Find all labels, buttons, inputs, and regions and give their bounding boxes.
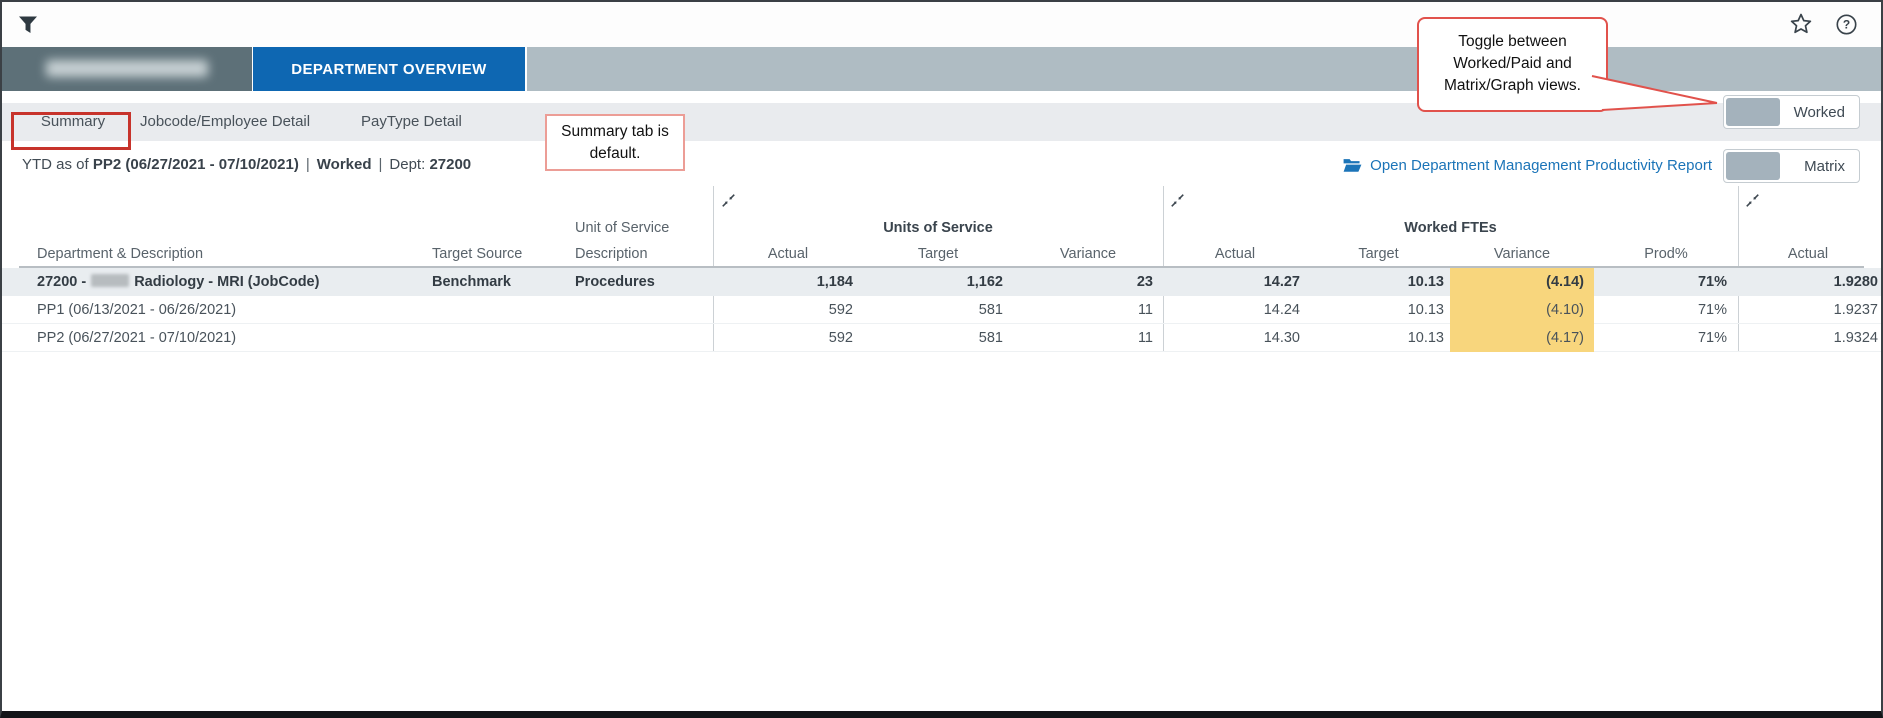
- cell-department: PP2 (06/27/2021 - 07/10/2021): [37, 324, 236, 352]
- status-period: PP2 (06/27/2021 - 07/10/2021): [93, 156, 299, 173]
- cell-prod-pct: 71%: [1594, 296, 1727, 324]
- cell-uos-actual: 592: [713, 324, 853, 352]
- cell-department: 27200 -Radiology - MRI (JobCode): [37, 268, 319, 296]
- redacted-tab-label: [46, 60, 208, 77]
- cell-fte-actual: 14.24: [1163, 296, 1300, 324]
- cell-fte-target: 10.13: [1307, 268, 1444, 296]
- collapse-arrows-icon[interactable]: [1746, 194, 1759, 207]
- column-header-uos-description-line2: Description: [575, 246, 648, 264]
- cell-uos-target: 581: [863, 324, 1003, 352]
- cell-fte-target: 10.13: [1307, 324, 1444, 352]
- annotation-toggle-callout-line3: Matrix/Graph views.: [1419, 75, 1606, 97]
- summary-highlight-box: [11, 112, 131, 150]
- cell-fte-variance-highlighted: (4.17): [1450, 324, 1594, 352]
- column-header-right-actual: Actual: [1738, 246, 1878, 264]
- annotation-toggle-callout-line1: Toggle between: [1419, 31, 1606, 53]
- status-mode: Worked: [317, 156, 372, 173]
- cell-uos-target: 581: [863, 296, 1003, 324]
- cell-uos-actual: 1,184: [713, 268, 853, 296]
- collapse-arrows-icon[interactable]: [1171, 194, 1184, 207]
- tab-redacted[interactable]: [2, 47, 252, 91]
- annotation-summary-note-line1: Summary tab is: [547, 121, 683, 143]
- group-title-units-of-service: Units of Service: [713, 220, 1163, 238]
- toggle-knob: [1726, 98, 1780, 126]
- matrix-graph-toggle[interactable]: Matrix: [1723, 149, 1860, 183]
- matrix-graph-toggle-label: Matrix: [1804, 158, 1845, 175]
- filter-funnel-icon[interactable]: [17, 15, 39, 35]
- tab-bar-filler: [527, 47, 1881, 91]
- column-header-fte-target: Target: [1307, 246, 1450, 264]
- cell-uos-target: 1,162: [863, 268, 1003, 296]
- summary-table: Units of Service Worked FTEs Unit of Ser…: [0, 186, 1883, 356]
- cell-uos-description: Procedures: [575, 268, 655, 296]
- cell-fte-actual: 14.30: [1163, 324, 1300, 352]
- tab-department-overview[interactable]: DEPARTMENT OVERVIEW: [253, 47, 525, 91]
- open-report-link[interactable]: Open Department Management Productivity …: [1343, 154, 1712, 176]
- column-header-target-source: Target Source: [432, 246, 522, 264]
- worked-paid-toggle-label: Worked: [1794, 104, 1845, 121]
- status-separator: |: [306, 156, 310, 173]
- subtab-paytype-detail[interactable]: PayType Detail: [361, 103, 462, 141]
- column-header-uos-variance: Variance: [1013, 246, 1163, 264]
- status-separator: |: [379, 156, 383, 173]
- collapse-arrows-icon[interactable]: [722, 194, 735, 207]
- cell-fte-variance-highlighted: (4.10): [1450, 296, 1594, 324]
- column-header-fte-variance: Variance: [1450, 246, 1594, 264]
- star-favorite-icon[interactable]: [1788, 11, 1814, 37]
- open-folder-icon: [1343, 158, 1362, 173]
- cell-right-actual: 1.9280: [1740, 268, 1878, 296]
- cell-right-actual: 1.9324: [1740, 324, 1878, 352]
- redacted-text-block: [91, 274, 129, 287]
- cell-fte-variance-highlighted: (4.14): [1450, 268, 1594, 296]
- status-prefix: YTD as of: [22, 156, 93, 173]
- cell-fte-actual: 14.27: [1163, 268, 1300, 296]
- cell-right-actual: 1.9237: [1740, 296, 1878, 324]
- svg-text:?: ?: [1843, 18, 1850, 32]
- status-line: YTD as of PP2 (06/27/2021 - 07/10/2021) |…: [22, 156, 471, 176]
- cell-uos-variance: 23: [1013, 268, 1153, 296]
- open-report-link-label: Open Department Management Productivity …: [1370, 157, 1712, 174]
- column-header-prod-pct: Prod%: [1594, 246, 1738, 264]
- cell-target-source: Benchmark: [432, 268, 511, 296]
- annotation-toggle-callout: Toggle between Worked/Paid and Matrix/Gr…: [1417, 17, 1608, 112]
- subtab-jobcode-employee-detail[interactable]: Jobcode/Employee Detail: [140, 103, 310, 141]
- cell-uos-variance: 11: [1013, 324, 1153, 352]
- cell-prod-pct: 71%: [1594, 324, 1727, 352]
- column-header-uos-description-line1: Unit of Service: [575, 220, 669, 238]
- column-header-fte-actual: Actual: [1163, 246, 1307, 264]
- annotation-summary-note: Summary tab is default.: [545, 114, 685, 171]
- cell-department: PP1 (06/13/2021 - 06/26/2021): [37, 296, 236, 324]
- annotation-summary-note-line2: default.: [547, 143, 683, 165]
- cell-fte-target: 10.13: [1307, 296, 1444, 324]
- cell-prod-pct: 71%: [1594, 268, 1727, 296]
- help-question-icon[interactable]: ?: [1834, 12, 1859, 37]
- column-header-uos-target: Target: [863, 246, 1013, 264]
- cell-uos-variance: 11: [1013, 296, 1153, 324]
- status-dept-number: 27200: [429, 156, 471, 173]
- table-row-pp2[interactable]: PP2 (06/27/2021 - 07/10/2021) 592 581 11…: [2, 324, 1881, 352]
- app-window: ? DEPARTMENT OVERVIEW Summary Jobcode/Em…: [0, 0, 1883, 718]
- annotation-toggle-callout-line2: Worked/Paid and: [1419, 53, 1606, 75]
- table-row-department-total[interactable]: 27200 -Radiology - MRI (JobCode) Benchma…: [2, 268, 1881, 296]
- cell-uos-actual: 592: [713, 296, 853, 324]
- table-row-pp1[interactable]: PP1 (06/13/2021 - 06/26/2021) 592 581 11…: [2, 296, 1881, 324]
- worked-paid-toggle[interactable]: Worked: [1723, 95, 1860, 129]
- column-header-department: Department & Description: [37, 246, 203, 264]
- group-title-worked-ftes: Worked FTEs: [1163, 220, 1738, 238]
- status-dept-label: Dept:: [389, 156, 429, 173]
- toggle-knob: [1726, 152, 1780, 180]
- column-header-uos-actual: Actual: [713, 246, 863, 264]
